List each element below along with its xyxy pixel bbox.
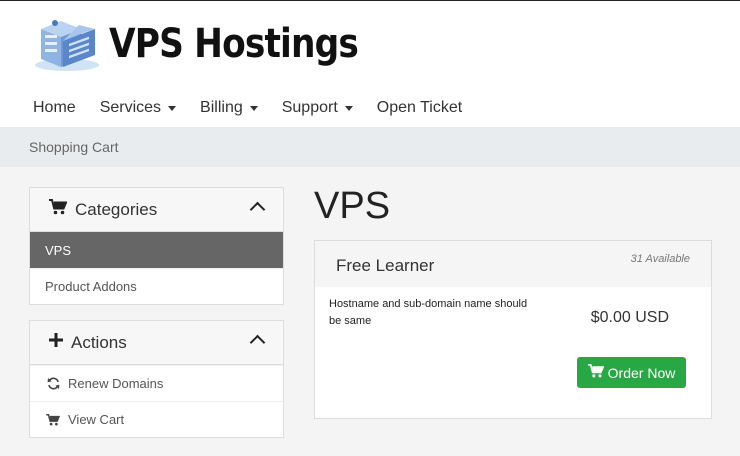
product-price: $0.00 USD	[590, 309, 669, 326]
nav-home-label: Home	[33, 99, 76, 116]
chevron-up-icon[interactable]	[249, 334, 266, 351]
action-view-cart[interactable]: View Cart	[30, 401, 283, 437]
product-description: Hostname and sub-domain name should be s…	[329, 298, 528, 327]
cart-icon	[45, 413, 61, 426]
nav-open-ticket-label: Open Ticket	[376, 99, 463, 116]
site-logo[interactable]: VPS Hostings	[33, 13, 399, 75]
plus-icon	[49, 333, 63, 352]
breadcrumb-item[interactable]: Shopping Cart	[29, 139, 119, 155]
caret-down-icon	[168, 105, 177, 111]
category-item-label: Product Addons	[45, 279, 137, 294]
page-title: VPS	[314, 185, 391, 227]
action-label: View Cart	[68, 412, 125, 427]
categories-panel-title: Categories	[75, 199, 158, 219]
product-header: Free Learner 31 Available	[315, 241, 711, 287]
nav-home[interactable]: Home	[33, 99, 76, 117]
nav-support-label: Support	[281, 99, 338, 116]
actions-panel-header[interactable]: Actions	[30, 321, 283, 365]
nav-services-label: Services	[99, 99, 162, 116]
order-now-button[interactable]: Order Now	[577, 357, 686, 388]
nav-open-ticket[interactable]: Open Ticket	[377, 99, 462, 117]
breadcrumb: Shopping Cart	[0, 127, 740, 167]
site-header: VPS Hostings Home Services Billing Suppo…	[0, 1, 740, 127]
caret-down-icon	[249, 105, 258, 111]
product-card: Free Learner 31 Available Hostname and s…	[314, 240, 712, 419]
category-item-label: VPS	[45, 242, 72, 258]
product-availability: 31 Available	[630, 253, 690, 265]
nav-billing[interactable]: Billing	[200, 99, 258, 117]
action-renew-domains[interactable]: Renew Domains	[30, 365, 283, 401]
main-nav: Home Services Billing Support Open Ticke…	[33, 93, 486, 123]
category-item-vps[interactable]: VPS	[30, 232, 283, 268]
product-name: Free Learner	[336, 256, 435, 275]
actions-panel: Actions Renew Domains View Cart	[29, 320, 284, 438]
logo-text: VPS Hostings	[109, 21, 359, 67]
chevron-up-icon[interactable]	[249, 201, 266, 218]
cart-icon	[49, 199, 68, 220]
server-icon	[33, 15, 103, 73]
category-item-product-addons[interactable]: Product Addons	[30, 268, 283, 304]
nav-billing-label: Billing	[200, 99, 243, 116]
actions-panel-title: Actions	[71, 332, 127, 352]
nav-services[interactable]: Services	[99, 99, 177, 117]
categories-panel: Categories VPS Product Addons	[29, 187, 284, 305]
categories-panel-header[interactable]: Categories	[30, 188, 283, 232]
cart-icon	[587, 364, 608, 381]
caret-down-icon	[344, 105, 353, 111]
action-label: Renew Domains	[68, 376, 164, 391]
nav-support[interactable]: Support	[282, 99, 353, 117]
refresh-icon	[45, 377, 61, 390]
order-now-label: Order Now	[607, 364, 676, 381]
